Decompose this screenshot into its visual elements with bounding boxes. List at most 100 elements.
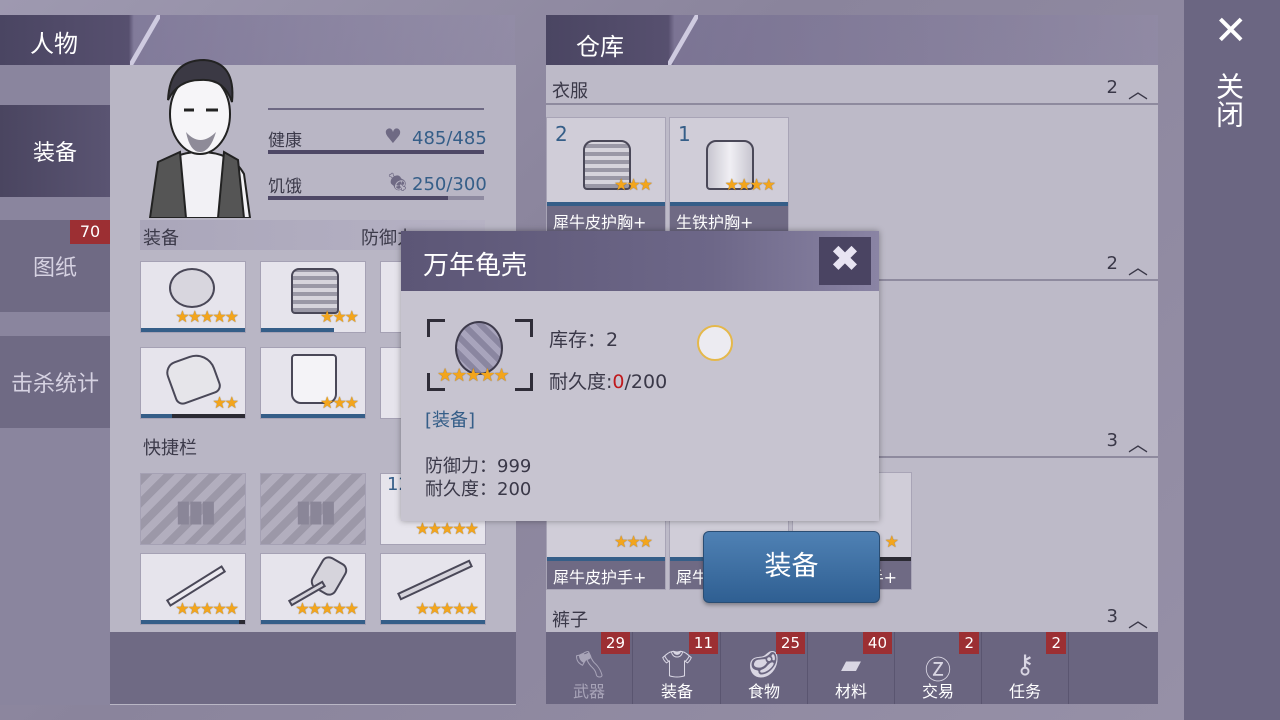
equip-slot-helmet[interactable]: ★★★★★ [140, 261, 246, 333]
durability-label: 耐久度： [425, 479, 497, 500]
character-title: 人物 [30, 30, 78, 58]
category-pants[interactable]: 裤子 3 ︿ [546, 606, 1158, 632]
star-rating: ★★★★★ [175, 307, 239, 326]
stock-value: 2 [606, 329, 619, 351]
quickbar-slot-2[interactable]: ▮▮▮ [260, 473, 366, 545]
quickbar-slot-rifle[interactable]: ★★★★★ [380, 553, 486, 625]
tab-equipment[interactable]: 装备 [0, 105, 110, 197]
touch-cursor [697, 325, 733, 361]
heart-icon: ♥ [384, 124, 402, 148]
health-label: 健康 [268, 131, 302, 151]
durability-bar-fill [141, 620, 239, 624]
nav-equipment[interactable]: 👕︎ 11 装备 [634, 632, 721, 704]
shirt-icon: 👕︎ [660, 650, 694, 680]
equipment-label: 装备 [143, 228, 179, 249]
tab-kill-stats[interactable]: 击杀统计 [0, 336, 110, 428]
equip-button[interactable]: 装备 [703, 531, 880, 603]
frame-corner [515, 373, 533, 391]
defense-label: 防御力： [425, 456, 497, 477]
nav-label: 交易 [921, 682, 954, 701]
equip-slot-6[interactable] [380, 347, 402, 419]
nav-tasks[interactable]: ⚷ 2 任务 [982, 632, 1069, 704]
nav-label: 任务 [1008, 682, 1041, 701]
nav-weapons[interactable]: 🪓︎ 29 武器 [546, 632, 633, 704]
durability-current: 0 [612, 371, 625, 393]
equip-slot-armor[interactable]: ★★★ [260, 261, 366, 333]
category-label: 裤子 [552, 610, 588, 631]
equip-slot-3[interactable] [380, 261, 402, 333]
warehouse-item-rhino-chest[interactable]: 2 ★★★ 犀牛皮护胸+ [546, 117, 666, 235]
nav-trade[interactable]: Ⓩ 2 交易 [895, 632, 982, 704]
item-qty: 1 [678, 122, 691, 146]
defense-value: 999 [497, 456, 532, 477]
nav-badge: 29 [600, 632, 630, 654]
item-name: 犀牛皮护手+ [547, 561, 665, 589]
durability-value: 200 [497, 479, 532, 500]
bottom-nav: 🪓︎ 29 武器 👕︎ 11 装备 🥩︎ 25 食物 ▰ 40 材料 Ⓩ 2 交… [546, 632, 1158, 704]
star-rating: ★★★★★ [415, 599, 479, 618]
character-portrait [140, 52, 262, 218]
durability-bar [261, 414, 365, 418]
dialog-title: 万年龟壳 [423, 251, 528, 281]
quickbar-label: 快捷栏 [143, 438, 197, 459]
stock-text: 库存：2 [549, 325, 618, 352]
close-icon[interactable]: ✕ [1214, 8, 1248, 54]
durability-bar-fill [141, 414, 173, 418]
equip-slot-gloves[interactable]: ★★ [140, 347, 246, 419]
quickbar-slot-machete[interactable]: ★★★★★ [140, 553, 246, 625]
tab-blueprints-label: 图纸 [32, 256, 77, 281]
rifle-icon [397, 559, 473, 601]
star-rating: ★★★★★ [175, 599, 239, 618]
category-count: 2 [1106, 77, 1118, 98]
star-rating: ★★★★★ [295, 599, 359, 618]
category-clothing[interactable]: 衣服 2 ︿ [546, 77, 1158, 103]
warehouse-item-iron-chest[interactable]: 1 ★★★★ 生铁护胸+ [669, 117, 789, 235]
nav-food[interactable]: 🥩︎ 25 食物 [721, 632, 808, 704]
warehouse-title: 仓库 [576, 33, 624, 61]
category-count: 3 [1106, 606, 1118, 627]
nav-label: 食物 [747, 682, 780, 701]
nav-badge: 11 [688, 632, 718, 654]
chevron-up-icon: ︿ [1128, 608, 1148, 632]
category-divider [546, 103, 1158, 105]
left-panel-footer [110, 632, 516, 704]
dialog-close-button[interactable]: ✖ [819, 237, 871, 285]
nav-badge: 2 [1046, 632, 1066, 654]
tab-kill-stats-label: 击杀统计 [10, 372, 99, 397]
health-value: 485/485 [412, 128, 487, 149]
quickbar-slot-hammer[interactable]: ★★★★★ [260, 553, 366, 625]
item-name: 犀牛皮护胸+ [547, 206, 665, 234]
close-column[interactable]: ✕ 关闭 [1184, 0, 1280, 720]
equip-slot-pants[interactable]: ★★★ [260, 347, 366, 419]
ammo-icon: ▮▮▮ [175, 494, 216, 529]
star-rating: ★★★ [319, 307, 359, 326]
frame-corner [515, 319, 533, 337]
nav-badge: 40 [862, 632, 892, 654]
hunger-bar-fill [268, 196, 448, 200]
quickbar-slot-1[interactable]: ▮▮▮ [140, 473, 246, 545]
axe-icon: 🪓︎ [572, 650, 606, 680]
star-rating: ★★★★★ [437, 365, 510, 386]
durability-bar [141, 328, 245, 332]
item-name: 生铁护胸+ [670, 206, 788, 234]
meat-icon: 🥩︎ [747, 650, 781, 680]
health-bar [268, 150, 484, 154]
key-icon: ⚷ [1015, 650, 1035, 680]
item-detail-dialog: 万年龟壳 ✖ ★★★★★ 库存：2 耐久度:0/200 [装备] 防御力：999… [401, 231, 879, 521]
durability-text: 耐久度:0/200 [549, 367, 667, 394]
stats-divider [268, 108, 484, 110]
frame-corner [427, 319, 445, 337]
hunger-icon: 🍖︎ [386, 172, 409, 193]
star-rating: ★★★ [613, 175, 653, 194]
nav-label: 武器 [572, 682, 605, 701]
star-rating: ★★★★★ [415, 519, 479, 538]
durability-bar [261, 328, 334, 332]
star-rating: ★ [884, 532, 899, 551]
equip-tag: [装备] [425, 410, 476, 431]
star-rating: ★★★ [319, 393, 359, 412]
nav-materials[interactable]: ▰ 40 材料 [808, 632, 895, 704]
close-label: 关闭 [1212, 72, 1245, 128]
nav-label: 装备 [660, 682, 693, 701]
ammo-icon: ▮▮▮ [295, 494, 336, 529]
category-count: 2 [1106, 253, 1118, 274]
